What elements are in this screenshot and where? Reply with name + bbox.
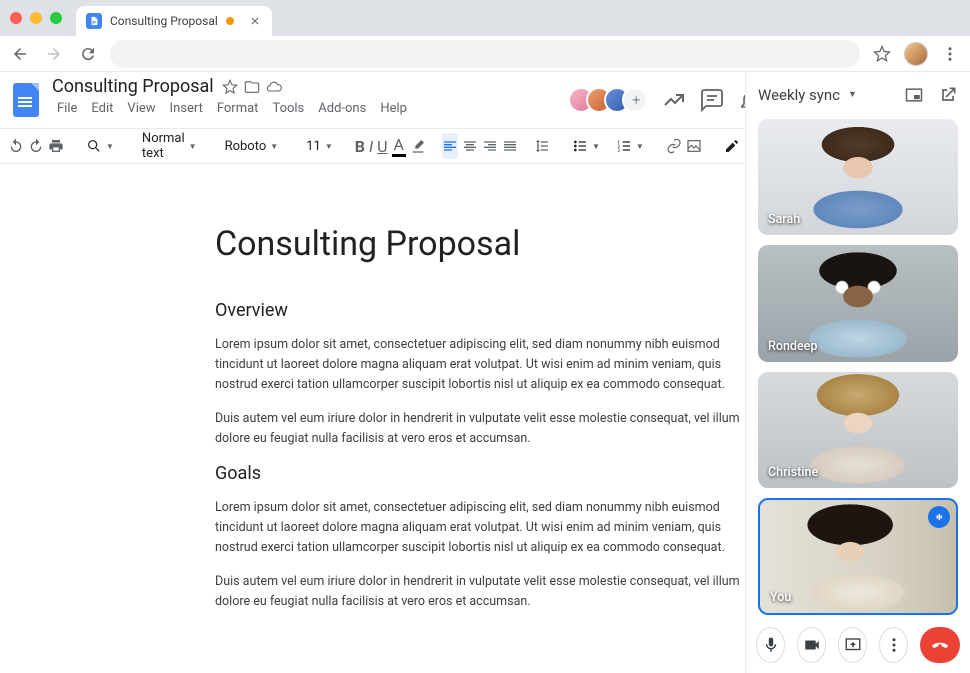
- menu-insert[interactable]: Insert: [165, 99, 208, 118]
- window-zoom-button[interactable]: [50, 12, 62, 24]
- bookmark-star-icon[interactable]: [870, 42, 894, 66]
- underline-icon[interactable]: U: [377, 133, 387, 159]
- menu-add-ons[interactable]: Add-ons: [313, 99, 371, 118]
- meet-controls: [746, 617, 970, 673]
- window-close-button[interactable]: [10, 12, 22, 24]
- browser-menu-button[interactable]: [938, 42, 962, 66]
- italic-icon[interactable]: I: [369, 133, 373, 159]
- browser-tab-strip: Consulting Proposal: [76, 0, 272, 36]
- browser-toolbar: [0, 36, 970, 72]
- participant-name: Rondeep: [768, 339, 817, 354]
- meet-panel-header: Weekly sync ▼: [746, 72, 970, 117]
- meet-participant-tile[interactable]: Sarah: [758, 119, 958, 235]
- star-outline-icon[interactable]: [222, 79, 238, 95]
- menu-edit[interactable]: Edit: [86, 99, 118, 118]
- meet-participant-tile[interactable]: Christine: [758, 372, 958, 488]
- cloud-saved-icon[interactable]: [266, 79, 282, 95]
- doc-section-heading[interactable]: Goals: [215, 463, 755, 484]
- editing-mode-icon[interactable]: ▼: [718, 138, 745, 154]
- line-spacing-icon[interactable]: [534, 133, 550, 159]
- mac-title-bar: Consulting Proposal: [0, 0, 970, 36]
- meet-self-tile[interactable]: You: [758, 498, 958, 615]
- speaking-indicator-icon: [928, 506, 950, 528]
- tab-recording-indicator-icon: [226, 17, 234, 25]
- formatting-toolbar: ▼ Normal text▼ Roboto▼ 11▼ B I U A ▼ 123…: [0, 128, 745, 164]
- comments-icon[interactable]: [700, 88, 724, 112]
- text-color-icon[interactable]: A: [392, 133, 406, 159]
- move-folder-icon[interactable]: [244, 79, 260, 95]
- align-left-icon[interactable]: [442, 133, 458, 159]
- browser-tab-title: Consulting Proposal: [110, 14, 218, 28]
- align-center-icon[interactable]: [462, 133, 478, 159]
- insert-link-icon[interactable]: [666, 133, 682, 159]
- paragraph-style-select[interactable]: Normal text▼: [136, 131, 203, 161]
- meet-call-title[interactable]: Weekly sync: [758, 86, 840, 104]
- participant-name: You: [770, 590, 791, 605]
- zoom-select[interactable]: ▼: [80, 138, 120, 154]
- doc-heading-title[interactable]: Consulting Proposal: [215, 224, 755, 264]
- collaborator-overflow-icon: [622, 87, 648, 113]
- meet-participant-tile[interactable]: Rondeep: [758, 245, 958, 361]
- font-family-select[interactable]: Roboto▼: [219, 139, 285, 154]
- print-icon[interactable]: [48, 133, 64, 159]
- menu-tools[interactable]: Tools: [267, 99, 309, 118]
- docs-favicon-icon: [86, 13, 102, 29]
- align-right-icon[interactable]: [482, 133, 498, 159]
- browser-reload-button[interactable]: [76, 42, 100, 66]
- toggle-camera-button[interactable]: [797, 627, 826, 663]
- participant-name: Christine: [768, 465, 818, 480]
- browser-forward-button[interactable]: [42, 42, 66, 66]
- undo-icon[interactable]: [8, 133, 24, 159]
- redo-icon[interactable]: [28, 133, 44, 159]
- window-minimize-button[interactable]: [30, 12, 42, 24]
- doc-section-heading[interactable]: Overview: [215, 300, 755, 321]
- window-controls: [10, 12, 62, 24]
- more-options-button[interactable]: [879, 627, 908, 663]
- doc-paragraph[interactable]: Lorem ipsum dolor sit amet, consectetuer…: [215, 335, 755, 395]
- toggle-mic-button[interactable]: [756, 627, 785, 663]
- align-justify-icon[interactable]: [502, 133, 518, 159]
- open-in-new-icon[interactable]: [938, 85, 958, 105]
- font-size-select[interactable]: 11▼: [300, 139, 339, 154]
- leave-call-button[interactable]: [920, 627, 960, 663]
- browser-profile-avatar[interactable]: [904, 42, 928, 66]
- highlight-color-icon[interactable]: [410, 133, 426, 159]
- doc-paragraph[interactable]: Duis autem vel eum iriure dolor in hendr…: [215, 572, 755, 612]
- collaborator-avatars[interactable]: [568, 87, 648, 113]
- numbered-list-icon[interactable]: 123▼: [610, 138, 650, 154]
- docs-logo-icon[interactable]: [8, 82, 44, 118]
- doc-paragraph[interactable]: Lorem ipsum dolor sit amet, consectetuer…: [215, 498, 755, 558]
- meet-side-panel: Weekly sync ▼ Sarah Rondeep Christine Yo…: [745, 72, 970, 673]
- participant-name: Sarah: [768, 212, 800, 227]
- doc-paragraph[interactable]: Duis autem vel eum iriure dolor in hendr…: [215, 409, 755, 449]
- document-title[interactable]: Consulting Proposal: [52, 76, 214, 97]
- menu-bar: File Edit View Insert Format Tools Add-o…: [52, 99, 412, 118]
- browser-tab[interactable]: Consulting Proposal: [76, 6, 272, 36]
- insert-image-icon[interactable]: [686, 133, 702, 159]
- meet-video-tiles: Sarah Rondeep Christine You: [746, 117, 970, 617]
- bulleted-list-icon[interactable]: ▼: [566, 138, 606, 154]
- svg-text:3: 3: [617, 148, 620, 154]
- bold-icon[interactable]: B: [355, 133, 365, 159]
- menu-view[interactable]: View: [122, 99, 160, 118]
- menu-file[interactable]: File: [52, 99, 82, 118]
- present-screen-button[interactable]: [838, 627, 867, 663]
- picture-in-picture-icon[interactable]: [904, 85, 924, 105]
- browser-address-bar[interactable]: [110, 40, 860, 68]
- tab-close-button[interactable]: [248, 14, 262, 28]
- document-page: Consulting Proposal Overview Lorem ipsum…: [185, 164, 785, 673]
- browser-back-button[interactable]: [8, 42, 32, 66]
- chevron-down-icon[interactable]: ▼: [848, 89, 857, 100]
- menu-format[interactable]: Format: [212, 99, 264, 118]
- activity-icon[interactable]: [662, 88, 686, 112]
- menu-help[interactable]: Help: [375, 99, 412, 118]
